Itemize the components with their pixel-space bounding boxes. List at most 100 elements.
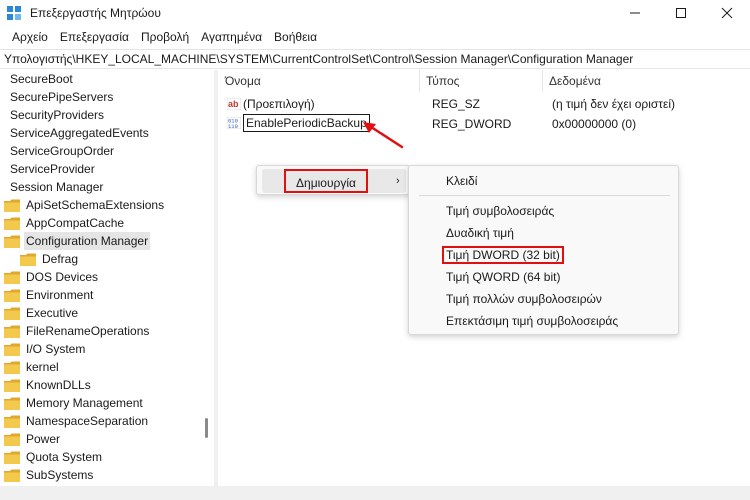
tree-item-label: FileRenameOperations — [26, 324, 150, 338]
tree-item-label: SecureBoot — [10, 72, 73, 86]
tree-item[interactable]: Defrag — [20, 250, 80, 268]
tree-item-label: Memory Management — [26, 396, 143, 410]
value-data: 0x00000000 (0) — [552, 117, 637, 131]
tree-item[interactable]: Memory Management — [4, 394, 145, 412]
pane-splitter[interactable] — [214, 70, 218, 500]
address-bar[interactable]: Υπολογιστής\HKEY_LOCAL_MACHINE\SYSTEM\Cu… — [0, 49, 750, 69]
maximize-icon — [676, 8, 686, 18]
folder-icon — [4, 433, 20, 446]
value-type: REG_SZ — [432, 97, 481, 111]
key-tree: SecureBoot SecurePipeServers SecurityProvi… — [0, 70, 200, 486]
tree-item[interactable]: Configuration Manager — [4, 232, 151, 250]
value-name: (Προεπιλογή) — [243, 97, 315, 111]
tree-item[interactable]: SecureBoot — [8, 70, 75, 88]
string-value-icon: ab — [227, 98, 241, 110]
tree-item-label: Executive — [26, 306, 79, 320]
tree-item[interactable]: I/O System — [4, 340, 87, 358]
tree-item[interactable]: ServiceProvider — [8, 160, 97, 178]
window-title: Επεξεργαστής Μητρώου — [30, 6, 161, 20]
maximize-button[interactable] — [658, 0, 704, 26]
folder-icon — [4, 379, 20, 392]
submenu-item-qword-value[interactable]: Τιμή QWORD (64 bit) — [446, 266, 560, 288]
folder-icon — [4, 415, 20, 428]
tree-item[interactable]: Executive — [4, 304, 80, 322]
value-row-default[interactable]: ab (Προεπιλογή) REG_SZ (η τιμή δεν έχει … — [219, 94, 750, 114]
tree-item-label: ServiceGroupOrder — [10, 144, 115, 158]
folder-icon — [4, 361, 20, 374]
tree-item[interactable]: SubSystems — [4, 466, 95, 484]
tree-item[interactable]: KnownDLLs — [4, 376, 93, 394]
tree-item[interactable]: ApiSetSchemaExtensions — [4, 196, 166, 214]
menu-favorites[interactable]: Αγαπημένα — [195, 26, 268, 48]
tree-item[interactable]: AppCompatCache — [4, 214, 126, 232]
folder-icon — [4, 235, 20, 248]
submenu-item-expandable-string-value[interactable]: Επεκτάσιμη τιμή συμβολοσειράς — [446, 310, 618, 332]
column-header-data[interactable]: Δεδομένα — [543, 70, 750, 92]
tree-scrollbar[interactable] — [201, 70, 213, 495]
close-button[interactable] — [704, 0, 750, 26]
tree-item[interactable]: kernel — [4, 358, 61, 376]
submenu-item-key[interactable]: Κλειδί — [446, 170, 477, 192]
tree-item-label: Session Manager — [10, 180, 104, 194]
tree-item-label: Quota System — [26, 450, 103, 464]
tree-item[interactable]: Session Manager — [8, 178, 105, 196]
value-type: REG_DWORD — [432, 117, 512, 131]
column-header-type[interactable]: Τύπος — [420, 70, 543, 92]
new-submenu: Κλειδί Τιμή συμβολοσειράς Δυαδική τιμή Τ… — [408, 165, 679, 335]
column-header-name[interactable]: Όνομα — [219, 70, 420, 92]
folder-icon — [4, 469, 20, 482]
menu-view[interactable]: Προβολή — [135, 26, 195, 48]
tree-item-label: SubSystems — [26, 468, 94, 482]
folder-icon — [4, 307, 20, 320]
submenu-item-multi-string-value[interactable]: Τιμή πολλών συμβολοσειρών — [446, 288, 602, 310]
tree-item-label: Power — [26, 432, 61, 446]
submenu-separator — [419, 195, 670, 196]
value-data: (η τιμή δεν έχει οριστεί) — [552, 97, 676, 111]
tree-item[interactable]: ServiceAggregatedEvents — [8, 124, 151, 142]
value-name-edit-field[interactable]: EnablePeriodicBackup — [243, 114, 370, 132]
value-row-enableperiodicbackup[interactable]: 010 110 EnablePeriodicBackup REG_DWORD 0… — [219, 114, 750, 134]
tree-item-label: Environment — [26, 288, 94, 302]
folder-icon — [4, 325, 20, 338]
tree-item[interactable]: SecurePipeServers — [8, 88, 115, 106]
context-menu-new[interactable]: Δημιουργία › — [262, 169, 406, 193]
tree-item[interactable]: SecurityProviders — [8, 106, 106, 124]
status-bar — [0, 486, 750, 500]
tree-item-label: NamespaceSeparation — [26, 414, 149, 428]
tree-item[interactable]: DOS Devices — [4, 268, 100, 286]
submenu-item-string-value[interactable]: Τιμή συμβολοσειράς — [446, 200, 554, 222]
tree-item-label: I/O System — [26, 342, 86, 356]
title-bar: Επεξεργαστής Μητρώου — [0, 0, 750, 26]
menu-help[interactable]: Βοήθεια — [268, 26, 323, 48]
folder-icon — [4, 217, 20, 230]
submenu-item-dword-value[interactable]: Τιμή DWORD (32 bit) — [442, 244, 564, 266]
tree-item-label: Configuration Manager — [24, 232, 151, 250]
tree-item[interactable]: FileRenameOperations — [4, 322, 151, 340]
submenu-item-binary-value[interactable]: Δυαδική τιμή — [446, 222, 514, 244]
folder-icon — [20, 253, 36, 266]
tree-item[interactable]: Quota System — [4, 448, 104, 466]
tree-item[interactable]: Environment — [4, 286, 95, 304]
submenu-item-dword-label[interactable]: Τιμή DWORD (32 bit) — [442, 246, 564, 264]
menu-bar: Αρχείο Επεξεργασία Προβολή Αγαπημένα Βοή… — [0, 26, 750, 48]
tree-item-label: Defrag — [42, 252, 79, 266]
tree-item-label: ApiSetSchemaExtensions — [26, 198, 165, 212]
menu-file[interactable]: Αρχείο — [6, 26, 54, 48]
registry-editor-icon — [7, 6, 21, 20]
tree-item-label: SecurityProviders — [10, 108, 105, 122]
tree-item-label: DOS Devices — [26, 270, 99, 284]
tree-item[interactable]: NamespaceSeparation — [4, 412, 150, 430]
context-menu: Δημιουργία › — [256, 165, 410, 195]
minimize-button[interactable] — [612, 0, 658, 26]
folder-icon — [4, 397, 20, 410]
folder-icon — [4, 199, 20, 212]
context-menu-new-label[interactable]: Δημιουργία — [284, 169, 368, 193]
close-icon — [721, 7, 733, 19]
tree-item[interactable]: Power — [4, 430, 62, 448]
menu-edit[interactable]: Επεξεργασία — [54, 26, 135, 48]
minimize-icon — [630, 12, 640, 14]
chevron-right-icon: › — [396, 175, 400, 187]
tree-scrollbar-thumb[interactable] — [205, 418, 208, 438]
tree-item-label: AppCompatCache — [26, 216, 125, 230]
tree-item[interactable]: ServiceGroupOrder — [8, 142, 116, 160]
